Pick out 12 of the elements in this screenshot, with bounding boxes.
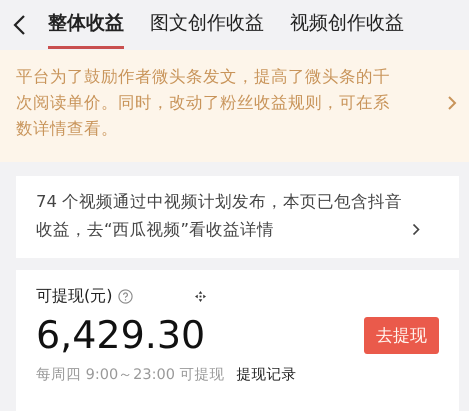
back-icon[interactable] xyxy=(12,14,26,36)
chevron-right-icon[interactable] xyxy=(447,95,457,111)
notice-text: 平台为了鼓励作者微头条发文，提高了微头条的千次阅读单价。同时，改动了粉丝收益规则，可在系数详情查看。 xyxy=(16,66,391,140)
schedule-text: 每周四 9:00～23:00 可提现 xyxy=(36,366,225,384)
tab[interactable]: 视频创作收益 xyxy=(290,2,404,48)
move-cursor-icon xyxy=(195,291,206,302)
withdrawable-label: 可提现(元) xyxy=(36,286,112,307)
help-icon[interactable] xyxy=(118,289,134,304)
withdraw-records-link[interactable]: 提现记录 xyxy=(236,365,297,384)
chevron-right-icon xyxy=(412,223,420,236)
amount-text: 6,429.30 xyxy=(36,313,206,357)
tab[interactable]: 图文创作收益 xyxy=(150,2,264,48)
